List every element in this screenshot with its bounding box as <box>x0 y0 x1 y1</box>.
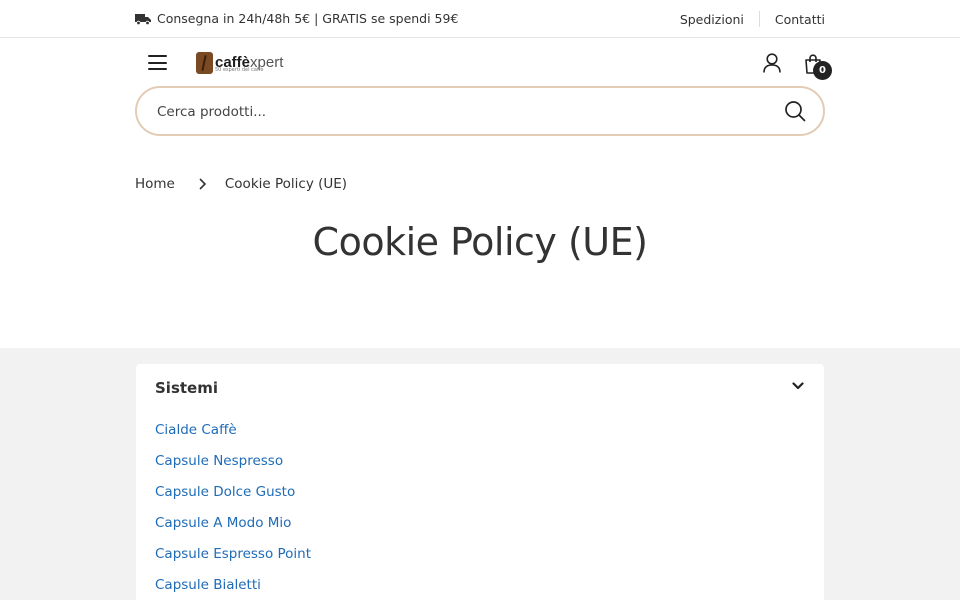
category-link[interactable]: Capsule Espresso Point <box>155 546 311 577</box>
category-list: Cialde Caffè Capsule Nespresso Capsule D… <box>155 422 311 600</box>
cart-button[interactable]: 0 <box>804 52 834 82</box>
category-link[interactable]: Capsule Dolce Gusto <box>155 484 311 515</box>
sistemi-card: Sistemi Cialde Caffè Capsule Nespresso C… <box>136 364 824 600</box>
page-title: Cookie Policy (UE) <box>312 220 648 264</box>
truck-icon <box>135 13 151 25</box>
user-icon[interactable] <box>763 53 781 73</box>
category-link[interactable]: Cialde Caffè <box>155 422 311 453</box>
coffee-bean-logo-icon <box>196 52 213 74</box>
shipping-promo: Consegna in 24h/48h 5€ | GRATIS se spend… <box>135 11 458 26</box>
hamburger-menu-icon[interactable] <box>148 55 167 70</box>
site-header: caffèxpert 50 esperti del caffè 0 <box>0 38 960 90</box>
search-input[interactable] <box>157 100 757 124</box>
top-links: Spedizioni Contatti <box>680 11 825 27</box>
category-link[interactable]: Capsule A Modo Mio <box>155 515 311 546</box>
category-link[interactable]: Capsule Nespresso <box>155 453 311 484</box>
chevron-down-icon[interactable] <box>792 381 804 391</box>
promo-text: Consegna in 24h/48h 5€ | GRATIS se spend… <box>157 11 459 26</box>
logo-tagline: 50 esperti del caffè <box>215 67 264 73</box>
breadcrumb: Home Cookie Policy (UE) <box>135 176 347 192</box>
divider <box>758 11 760 27</box>
category-link[interactable]: Capsule Bialetti <box>155 577 311 600</box>
breadcrumb-home[interactable]: Home <box>135 176 175 192</box>
search-bar <box>135 86 825 136</box>
link-spedizioni[interactable]: Spedizioni <box>680 12 744 27</box>
chevron-right-icon <box>199 178 207 190</box>
breadcrumb-current: Cookie Policy (UE) <box>224 176 348 192</box>
search-icon[interactable] <box>784 100 806 122</box>
site-logo[interactable]: caffèxpert 50 esperti del caffè <box>196 51 283 75</box>
cart-count-badge: 0 <box>813 61 832 80</box>
top-bar: Consegna in 24h/48h 5€ | GRATIS se spend… <box>0 0 960 38</box>
link-contatti[interactable]: Contatti <box>775 12 825 27</box>
card-heading[interactable]: Sistemi <box>155 379 218 397</box>
